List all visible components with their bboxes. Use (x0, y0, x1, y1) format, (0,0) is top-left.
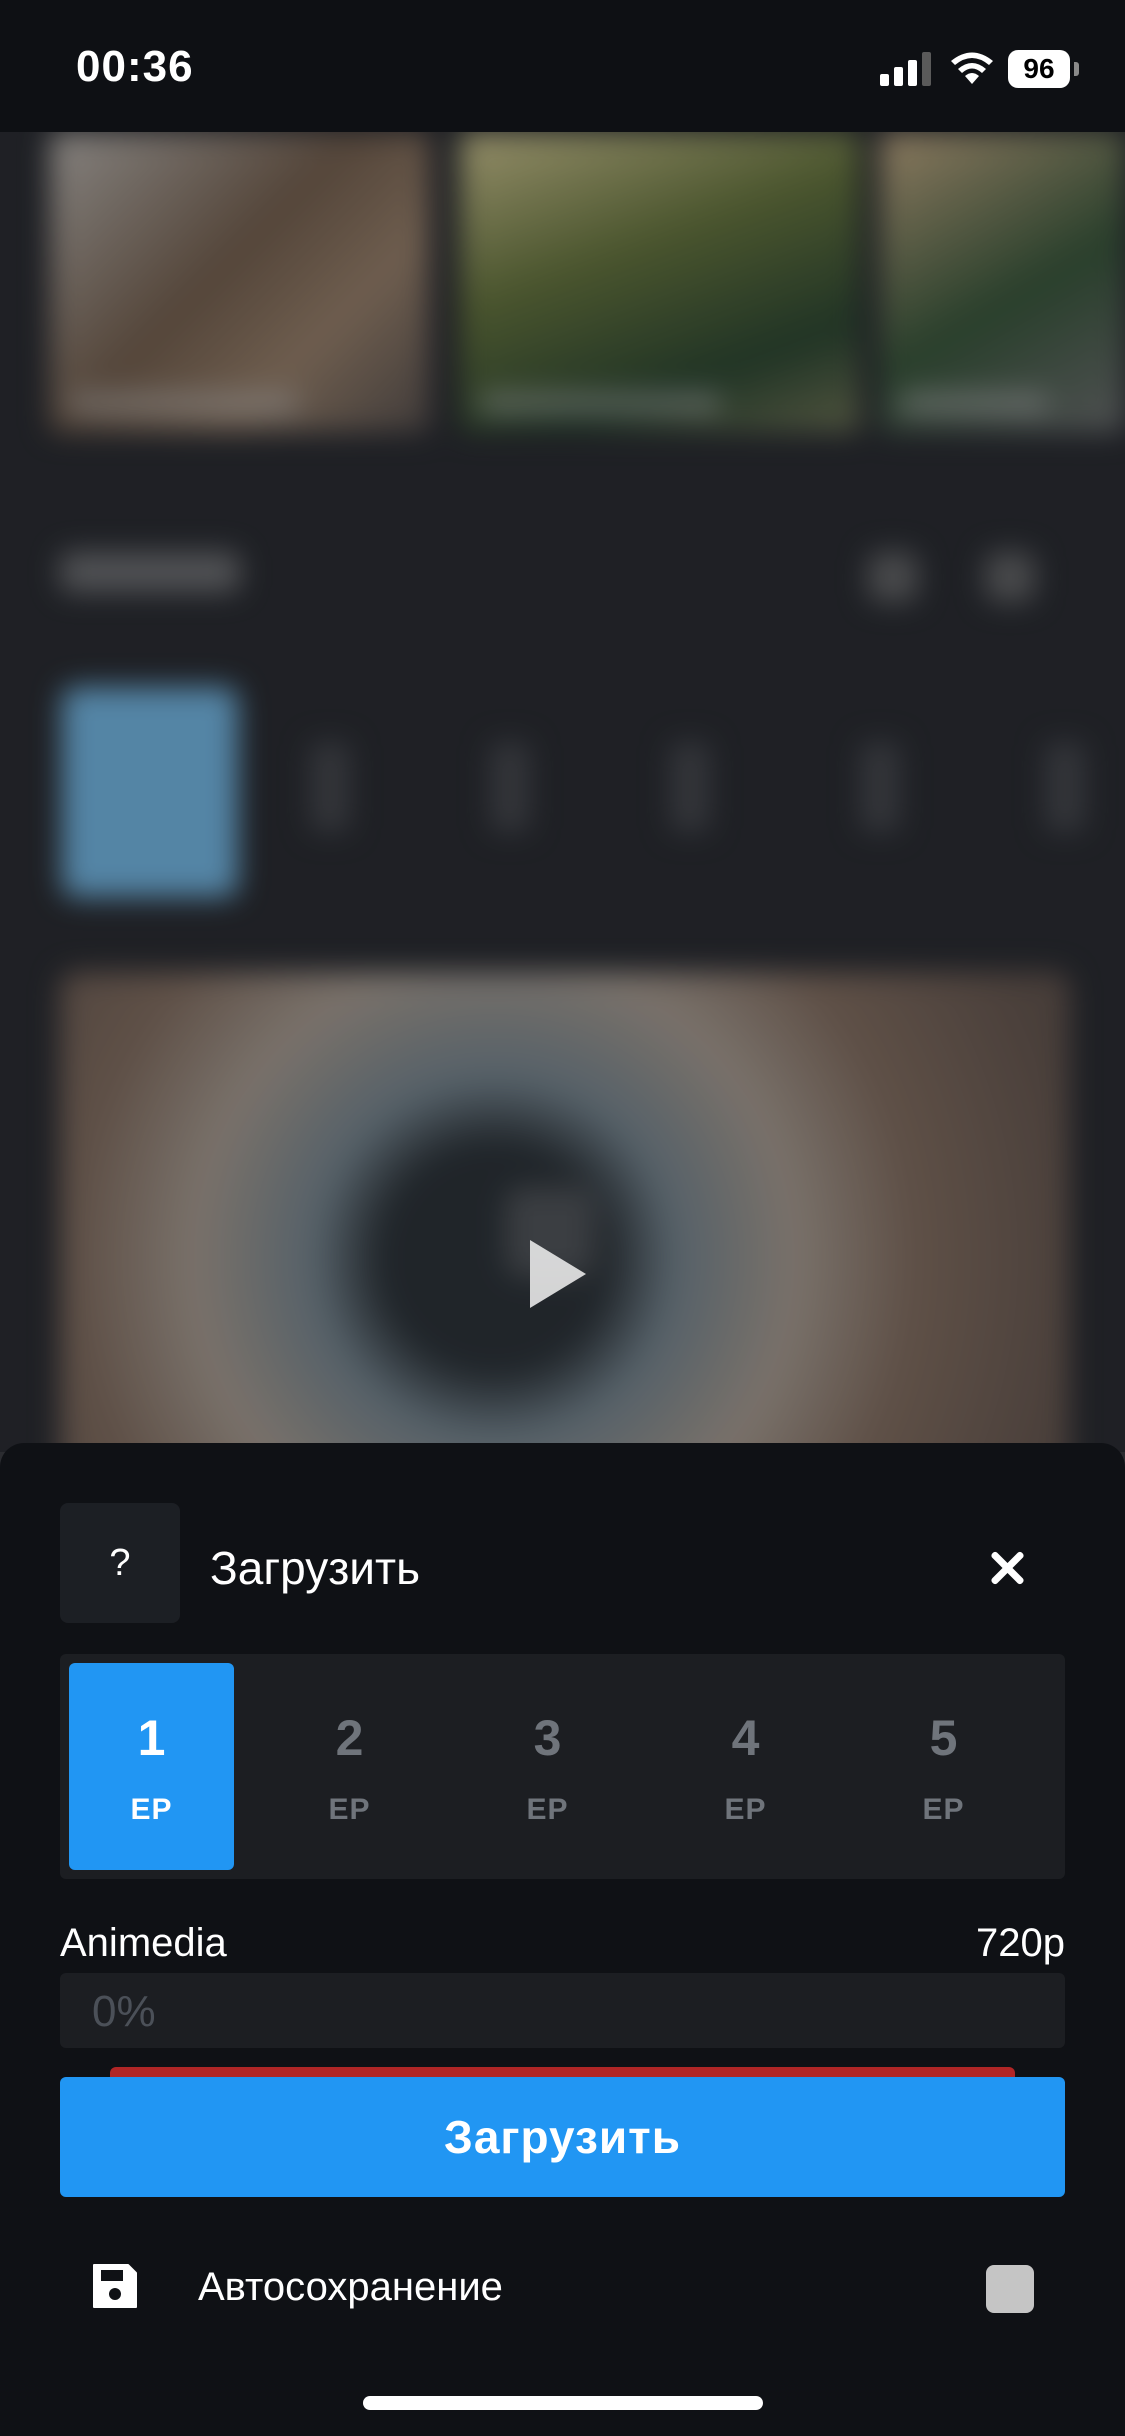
download-sheet: ? Загрузить 1 EP 2 EP 3 EP 4 EP 5 EP Ani… (0, 1443, 1125, 2436)
status-time: 00:36 (76, 42, 194, 91)
episode-label: EP (328, 1793, 371, 1826)
autosave-checkbox[interactable] (986, 2265, 1034, 2313)
progress-text: 0% (92, 1987, 156, 2036)
episode-number: 3 (533, 1710, 562, 1766)
quality-label: 720p (976, 1921, 1065, 1965)
episode-number: 1 (137, 1710, 166, 1766)
episode-label: EP (130, 1793, 173, 1826)
episode-selector: 1 EP 2 EP 3 EP 4 EP 5 EP (60, 1654, 1065, 1879)
home-indicator (363, 2396, 763, 2410)
episode-4[interactable]: 4 EP (663, 1663, 828, 1870)
battery-tip (1074, 62, 1079, 76)
floppy-disk-icon (93, 2264, 137, 2308)
download-button[interactable]: Загрузить (60, 2077, 1065, 2197)
episode-number: 2 (335, 1710, 364, 1766)
episode-label: EP (922, 1793, 965, 1826)
episode-1[interactable]: 1 EP (69, 1663, 234, 1870)
play-icon (530, 1240, 586, 1308)
episode-number: 5 (929, 1710, 958, 1766)
sheet-title: Загрузить (210, 1542, 421, 1594)
episode-5[interactable]: 5 EP (861, 1663, 1026, 1870)
source-name: Animedia (60, 1921, 227, 1965)
autosave-label: Автосохранение (198, 2265, 503, 2309)
wifi-icon (951, 52, 993, 84)
status-bar: 00:36 96 (0, 0, 1125, 132)
cellular-signal-icon (880, 52, 931, 86)
download-progress-bar: 0% (60, 1973, 1065, 2048)
episode-2[interactable]: 2 EP (267, 1663, 432, 1870)
close-icon[interactable] (970, 1533, 1040, 1603)
episode-3[interactable]: 3 EP (465, 1663, 630, 1870)
episode-number: 4 (731, 1710, 760, 1766)
episode-label: EP (724, 1793, 767, 1826)
battery-indicator: 96 (1008, 50, 1070, 88)
help-button[interactable]: ? (60, 1503, 180, 1623)
autosave-row[interactable]: Автосохранение (0, 2243, 1125, 2333)
episode-label: EP (526, 1793, 569, 1826)
